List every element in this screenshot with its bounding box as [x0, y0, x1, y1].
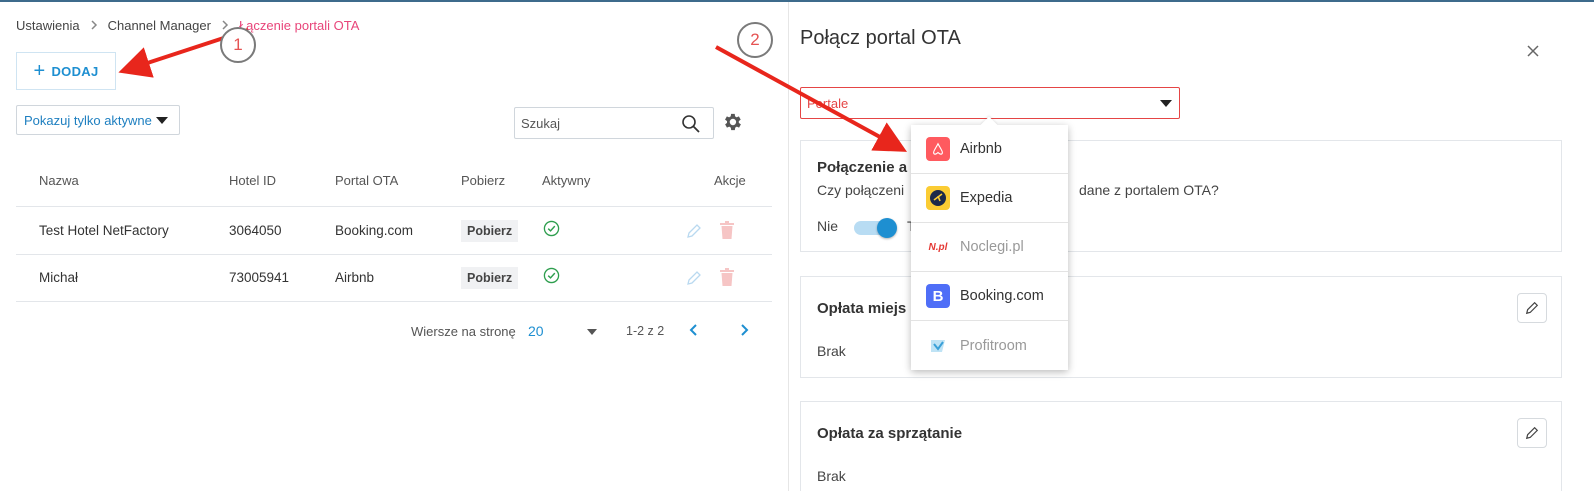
- chevron-left-icon[interactable]: [688, 323, 700, 342]
- table-divider: [16, 254, 772, 255]
- row-portal: Airbnb: [335, 270, 375, 285]
- cleaning-fee-card: Opłata za sprzątanie Brak: [800, 401, 1562, 491]
- add-button[interactable]: + DODAJ: [16, 52, 116, 90]
- expedia-logo-icon: [926, 186, 950, 210]
- connect-ota-panel: Połącz portal OTA Portale Połączenie a C…: [789, 2, 1594, 491]
- pagination-range: 1-2 z 2: [626, 324, 665, 338]
- breadcrumb-channel-manager[interactable]: Channel Manager: [108, 18, 211, 33]
- card-value: Brak: [817, 468, 846, 484]
- dropdown-option-expedia[interactable]: Expedia: [911, 174, 1068, 223]
- panel-title: Połącz portal OTA: [800, 27, 961, 49]
- gear-icon[interactable]: [721, 111, 743, 138]
- row-hotel-id: 3064050: [229, 223, 282, 238]
- column-header-portal[interactable]: Portal OTA: [335, 173, 398, 188]
- close-icon[interactable]: [1526, 44, 1540, 63]
- active-filter-select[interactable]: Pokazuj tylko aktywne: [16, 105, 180, 135]
- dropdown-option-label: Booking.com: [960, 288, 1044, 304]
- profitroom-logo-icon: [926, 333, 950, 358]
- caret-down-icon: [155, 116, 168, 124]
- card-title: Opłata za sprzątanie: [817, 425, 963, 442]
- caret-down-icon[interactable]: [587, 329, 597, 335]
- active-check-icon: [543, 267, 560, 289]
- filter-select-value: Pokazuj tylko aktywne: [24, 112, 152, 128]
- plus-icon: +: [33, 60, 46, 82]
- table-divider: [16, 206, 772, 207]
- card-title: Połączenie a: [817, 159, 908, 176]
- search-placeholder: Szukaj: [521, 115, 561, 131]
- breadcrumb-settings[interactable]: Ustawienia: [16, 18, 80, 33]
- row-hotel-id: 73005941: [229, 270, 290, 285]
- noclegi-logo-icon: N.pl: [926, 235, 950, 259]
- portal-dropdown-menu: Airbnb Expedia N.pl Noclegi.pl B Booking…: [911, 125, 1068, 370]
- search-icon[interactable]: [681, 114, 701, 137]
- chevron-right-icon: [90, 18, 98, 33]
- row-name: Test Hotel NetFactory: [39, 223, 169, 238]
- caret-down-icon: [1160, 100, 1172, 107]
- delete-icon[interactable]: [719, 221, 735, 245]
- dropdown-option-noclegi: N.pl Noclegi.pl: [911, 223, 1068, 272]
- search-input[interactable]: Szukaj: [514, 107, 714, 139]
- toggle-off-label: Nie: [817, 218, 839, 234]
- column-header-name[interactable]: Nazwa: [39, 173, 79, 188]
- dropdown-option-label: Expedia: [960, 190, 1013, 206]
- delete-icon[interactable]: [719, 268, 735, 292]
- card-text-tail: dane z portalem OTA?: [1079, 182, 1219, 198]
- dropdown-option-label: Noclegi.pl: [960, 239, 1024, 255]
- airbnb-logo-icon: [926, 137, 950, 161]
- edit-icon[interactable]: [686, 223, 702, 244]
- step-1-marker: 1: [220, 27, 256, 63]
- dropdown-option-booking[interactable]: B Booking.com: [911, 272, 1068, 321]
- column-header-active[interactable]: Aktywny: [542, 173, 590, 188]
- column-header-pobierz: Pobierz: [461, 173, 506, 188]
- dropdown-option-label: Airbnb: [960, 141, 1002, 157]
- ota-list-panel: Ustawienia Channel Manager Łączenie port…: [0, 2, 788, 491]
- portal-select[interactable]: Portale: [800, 87, 1180, 119]
- edit-button[interactable]: [1517, 418, 1547, 448]
- column-header-actions: Akcje: [714, 173, 746, 188]
- edit-icon[interactable]: [686, 270, 702, 291]
- dropdown-option-label: Profitroom: [960, 337, 1027, 354]
- add-button-label: DODAJ: [51, 63, 99, 79]
- dropdown-option-profitroom: Profitroom: [911, 321, 1068, 370]
- card-value: Brak: [817, 343, 846, 359]
- portal-select-placeholder: Portale: [807, 96, 849, 111]
- breadcrumb-current: Łączenie portali OTA: [238, 18, 360, 33]
- pobierz-button[interactable]: Pobierz: [461, 267, 519, 289]
- card-text: Czy połączeni: [817, 182, 905, 198]
- toggle-knob[interactable]: [877, 218, 897, 238]
- breadcrumb: Ustawienia Channel Manager Łączenie port…: [16, 18, 359, 33]
- column-header-hotel-id[interactable]: Hotel ID: [229, 173, 276, 188]
- row-portal: Booking.com: [335, 223, 414, 238]
- card-title: Opłata miejs: [817, 300, 907, 317]
- pobierz-button[interactable]: Pobierz: [461, 220, 519, 242]
- rows-per-page-label: Wiersze na stronę: [411, 324, 516, 339]
- step-2-marker: 2: [737, 22, 773, 58]
- row-name: Michał: [39, 270, 79, 285]
- active-check-icon: [543, 220, 560, 242]
- table-divider: [16, 301, 772, 302]
- edit-button[interactable]: [1517, 293, 1547, 323]
- chevron-right-icon[interactable]: [738, 323, 750, 342]
- dropdown-option-airbnb[interactable]: Airbnb: [911, 125, 1068, 174]
- booking-logo-icon: B: [926, 284, 950, 308]
- rows-per-page-select[interactable]: 20: [528, 323, 544, 339]
